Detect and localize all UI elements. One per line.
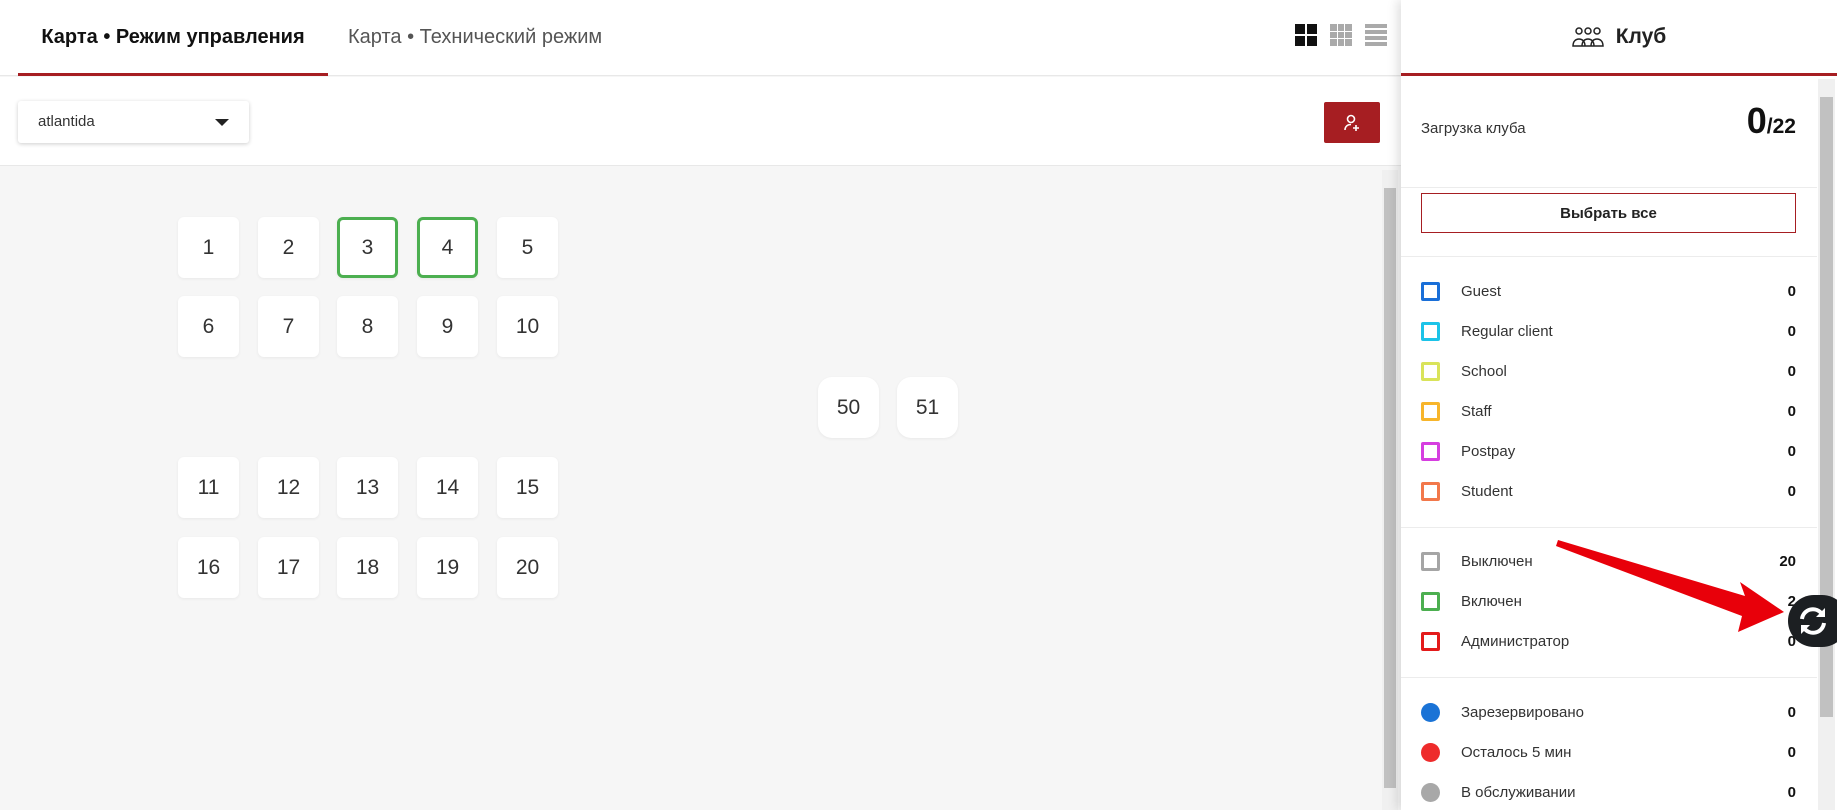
status-dot-icon bbox=[1421, 703, 1440, 722]
refresh-button[interactable] bbox=[1788, 595, 1837, 647]
club-select[interactable]: atlantida bbox=[18, 101, 249, 143]
tab-technical-mode[interactable]: Карта • Технический режим bbox=[348, 0, 602, 76]
legend-item[interactable]: Осталось 5 мин 0 bbox=[1421, 743, 1796, 762]
legend-label: Осталось 5 мин bbox=[1461, 744, 1572, 761]
pc-cell[interactable]: 10 bbox=[497, 296, 558, 357]
select-all-button[interactable]: Выбрать все bbox=[1421, 193, 1796, 233]
legend-item[interactable]: Администратор 0 bbox=[1421, 632, 1796, 651]
legend-count: 0 bbox=[1787, 744, 1796, 761]
list-icon[interactable] bbox=[1365, 24, 1387, 46]
grid-small-icon[interactable] bbox=[1330, 24, 1352, 46]
legend-count: 0 bbox=[1787, 704, 1796, 721]
legend-item[interactable]: Guest 0 bbox=[1421, 282, 1796, 301]
checkbox-icon bbox=[1421, 592, 1440, 611]
club-load-total: /22 bbox=[1766, 115, 1796, 138]
legend-count: 0 bbox=[1787, 483, 1796, 500]
pc-cell[interactable]: 18 bbox=[337, 537, 398, 598]
legend-item[interactable]: Student 0 bbox=[1421, 482, 1796, 501]
pc-cell[interactable]: 2 bbox=[258, 217, 319, 278]
pc-cell[interactable]: 51 bbox=[897, 377, 958, 438]
pc-cell[interactable]: 4 bbox=[417, 217, 478, 278]
legend-label: В обслуживании bbox=[1461, 784, 1576, 801]
checkbox-icon bbox=[1421, 282, 1440, 301]
legend-count: 0 bbox=[1787, 363, 1796, 380]
legend-label: Student bbox=[1461, 483, 1513, 500]
toolbar: atlantida bbox=[0, 77, 1401, 166]
tab-bar: Карта • Режим управления Карта • Техниче… bbox=[0, 0, 1401, 76]
legend-count: 0 bbox=[1787, 283, 1796, 300]
legend-label: Администратор bbox=[1461, 633, 1570, 650]
pc-cell[interactable]: 1 bbox=[178, 217, 239, 278]
panel-scrollbar[interactable] bbox=[1818, 79, 1835, 810]
pc-cell[interactable]: 13 bbox=[337, 457, 398, 518]
legend-label: Зарезервировано bbox=[1461, 704, 1584, 721]
legend-count: 0 bbox=[1787, 784, 1796, 801]
refresh-icon bbox=[1800, 607, 1826, 635]
legend-label: Staff bbox=[1461, 403, 1492, 420]
legend-count: 20 bbox=[1779, 553, 1796, 570]
status-dot-icon bbox=[1421, 743, 1440, 762]
map-scrollbar[interactable] bbox=[1382, 170, 1398, 810]
legend-label: Postpay bbox=[1461, 443, 1516, 460]
legend-item[interactable]: Postpay 0 bbox=[1421, 442, 1796, 461]
legend-item[interactable]: Включен 2 bbox=[1421, 592, 1796, 611]
pc-cell[interactable]: 7 bbox=[258, 296, 319, 357]
add-user-icon bbox=[1344, 114, 1359, 131]
panel-title: Клуб bbox=[1615, 24, 1667, 48]
club-load-current: 0 bbox=[1746, 100, 1767, 141]
legend-label: Выключен bbox=[1461, 553, 1533, 570]
status-dot-icon bbox=[1421, 783, 1440, 802]
pc-cell[interactable]: 20 bbox=[497, 537, 558, 598]
legend-label: Guest bbox=[1461, 283, 1502, 300]
pc-cell[interactable]: 50 bbox=[818, 377, 879, 438]
checkbox-icon bbox=[1421, 552, 1440, 571]
club-panel: Клуб Загрузка клуба 0/22 Выбрать все Gue… bbox=[1401, 0, 1837, 810]
checkbox-icon bbox=[1421, 322, 1440, 341]
users-group-icon bbox=[1571, 26, 1604, 47]
legend-item[interactable]: Выключен 20 bbox=[1421, 552, 1796, 571]
club-select-value: atlantida bbox=[38, 113, 95, 130]
add-user-button[interactable] bbox=[1324, 102, 1380, 143]
pc-cell[interactable]: 3 bbox=[337, 217, 398, 278]
legend-count: 0 bbox=[1787, 323, 1796, 340]
legend-item[interactable]: Staff 0 bbox=[1421, 402, 1796, 421]
checkbox-icon bbox=[1421, 632, 1440, 651]
pc-cell[interactable]: 6 bbox=[178, 296, 239, 357]
pc-cell[interactable]: 11 bbox=[178, 457, 239, 518]
pc-cell[interactable]: 8 bbox=[337, 296, 398, 357]
legend-count: 0 bbox=[1787, 443, 1796, 460]
legend-label: Включен bbox=[1461, 593, 1522, 610]
legend-item[interactable]: School 0 bbox=[1421, 362, 1796, 381]
pc-cell[interactable]: 9 bbox=[417, 296, 478, 357]
legend-count: 0 bbox=[1787, 403, 1796, 420]
pc-cell[interactable]: 16 bbox=[178, 537, 239, 598]
checkbox-icon bbox=[1421, 362, 1440, 381]
legend-item[interactable]: Regular client 0 bbox=[1421, 322, 1796, 341]
checkbox-icon bbox=[1421, 402, 1440, 421]
legend-item[interactable]: Зарезервировано 0 bbox=[1421, 703, 1796, 722]
pc-cell[interactable]: 12 bbox=[258, 457, 319, 518]
caret-down-icon bbox=[215, 119, 229, 126]
tab-control-mode[interactable]: Карта • Режим управления bbox=[18, 0, 328, 76]
legend-label: Regular client bbox=[1461, 323, 1553, 340]
pc-cell[interactable]: 5 bbox=[497, 217, 558, 278]
club-load-label: Загрузка клуба bbox=[1421, 120, 1526, 137]
legend-label: School bbox=[1461, 363, 1507, 380]
legend-item[interactable]: В обслуживании 0 bbox=[1421, 783, 1796, 802]
checkbox-icon bbox=[1421, 442, 1440, 461]
pc-cell[interactable]: 14 bbox=[417, 457, 478, 518]
checkbox-icon bbox=[1421, 482, 1440, 501]
pc-cell[interactable]: 17 bbox=[258, 537, 319, 598]
pc-cell[interactable]: 19 bbox=[417, 537, 478, 598]
pc-cell[interactable]: 15 bbox=[497, 457, 558, 518]
grid-large-icon[interactable] bbox=[1295, 24, 1317, 46]
